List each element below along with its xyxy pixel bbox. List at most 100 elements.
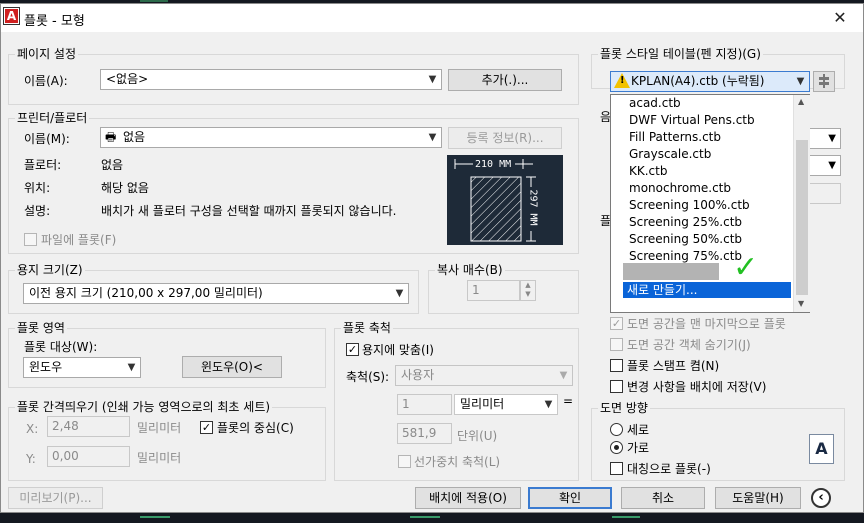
fit-to-paper-label: 용지에 맞춤(I) <box>362 343 434 357</box>
center-plot-label: 플롯의 중심(C) <box>217 421 294 435</box>
plot-style-option-blank[interactable] <box>623 263 719 280</box>
chevron-down-icon: ▼ <box>828 160 836 171</box>
printer-properties-button[interactable]: 등록 정보(R)... <box>448 127 562 149</box>
plot-style-option[interactable]: Fill Patterns.ctb <box>629 130 721 144</box>
window-select-button[interactable]: 윈도우(O)< <box>182 356 282 378</box>
upside-down-checkbox[interactable] <box>610 462 623 475</box>
plot-style-option[interactable]: DWF Virtual Pens.ctb <box>629 113 755 127</box>
plot-style-option[interactable]: monochrome.ctb <box>629 181 731 195</box>
plot-area-title: 플롯 영역 <box>15 319 67 336</box>
upside-down-label: 대칭으로 플롯(-) <box>627 462 711 476</box>
scale-label: 축척(S): <box>346 370 390 384</box>
shade-plot-combo[interactable]: ▼ <box>807 128 841 149</box>
chevron-down-icon: ▼ <box>796 76 805 87</box>
printer-name-combo[interactable]: 🖶 없음 ▼ <box>100 127 442 148</box>
copies-input[interactable]: 1 <box>467 280 520 301</box>
plot-style-option[interactable]: KK.ctb <box>629 164 667 178</box>
plot-style-option[interactable]: Screening 100%.ctb <box>629 198 750 212</box>
close-button[interactable]: ✕ <box>823 6 857 30</box>
center-plot-checkbox[interactable]: ✓ <box>200 421 213 434</box>
dropdown-scrollbar[interactable]: ▲ ▼ <box>793 95 810 312</box>
window-title: 플롯 - 모형 <box>24 14 85 29</box>
background-line <box>612 516 640 518</box>
green-check-annotation: ✓ <box>733 250 759 285</box>
plot-style-combo[interactable]: ! KPLAN(A4).ctb (누락됨) ▼ <box>610 71 810 92</box>
plot-style-option[interactable]: Screening 50%.ctb <box>629 232 742 246</box>
add-page-setup-button[interactable]: 추가(.)... <box>448 69 562 91</box>
offset-y-label: Y: <box>26 452 36 466</box>
plot-style-title: 플롯 스타일 테이블(펜 지정)(G) <box>598 45 763 62</box>
help-button[interactable]: 도움말(H) <box>715 487 801 509</box>
edit-plot-style-button[interactable] <box>813 71 835 92</box>
printer-name-label: 이름(M): <box>24 132 70 146</box>
scale-lineweights-checkbox[interactable] <box>398 455 411 468</box>
plot-style-option[interactable]: acad.ctb <box>629 96 681 110</box>
plot-paperspace-last-label: 도면 공간을 맨 마지막으로 플롯 <box>627 317 786 331</box>
offset-y-input[interactable]: 0,00 <box>47 446 130 467</box>
collapse-options-button[interactable]: ‹ <box>811 488 831 508</box>
dpi-input[interactable] <box>807 183 841 204</box>
plot-style-option[interactable]: Screening 25%.ctb <box>629 215 742 229</box>
plot-dialog: A 플롯 - 모형 ✕ 페이지 설정 이름(A): <없음> ▼ 추가(.)..… <box>0 3 864 513</box>
plot-style-option[interactable]: Grayscale.ctb <box>629 147 711 161</box>
description-label: 설명: <box>24 204 51 218</box>
plot-style-option[interactable]: Screening 75%.ctb <box>629 249 742 263</box>
chevron-down-icon: ▼ <box>428 132 437 143</box>
page-setup-title: 페이지 설정 <box>15 45 79 62</box>
offset-x-unit: 밀리미터 <box>137 421 182 435</box>
scrollbar-thumb[interactable] <box>796 140 808 295</box>
plot-offset-title: 플롯 간격띄우기 (인쇄 가능 영역으로의 최초 세트) <box>15 398 273 415</box>
cancel-button[interactable]: 취소 <box>621 487 705 509</box>
portrait-label: 세로 <box>627 423 650 437</box>
warning-icon-mark: ! <box>620 75 625 86</box>
offset-y-unit: 밀리미터 <box>137 451 182 465</box>
scroll-down-icon[interactable]: ▼ <box>798 299 804 308</box>
printer-icon: 🖶 <box>105 130 117 144</box>
scale-value2-input[interactable]: 581,9 <box>397 423 452 444</box>
paper-size-title: 용지 크기(Z) <box>15 261 85 278</box>
scroll-up-icon[interactable]: ▲ <box>798 97 804 106</box>
landscape-radio[interactable] <box>610 441 623 454</box>
title-bar: A 플롯 - 모형 ✕ <box>1 4 863 32</box>
scale-unit-combo[interactable]: 밀리미터 ▼ <box>454 394 558 415</box>
background-line <box>140 0 168 2</box>
page-setup-name-combo[interactable]: <없음> ▼ <box>100 69 442 90</box>
save-changes-label: 변경 사항을 배치에 저장(V) <box>627 380 767 394</box>
page-setup-name-label: 이름(A): <box>24 74 68 88</box>
chevron-down-icon: ▼ <box>395 288 404 299</box>
chevron-down-icon: ▼ <box>544 399 553 410</box>
copies-title: 복사 매수(B) <box>435 261 505 278</box>
preview-button[interactable]: 미리보기(P)... <box>8 487 103 509</box>
save-changes-checkbox[interactable] <box>610 380 623 393</box>
paper-preview: 210 MM 297 MM <box>447 155 563 245</box>
offset-x-label: X: <box>26 422 39 436</box>
location-label: 위치: <box>24 181 51 195</box>
preview-height-label: 297 MM <box>527 189 539 226</box>
quality-combo[interactable]: ▼ <box>807 155 841 176</box>
orientation-preview-icon: A <box>809 434 834 464</box>
fit-to-paper-checkbox[interactable]: ✓ <box>346 343 359 356</box>
hide-paperspace-objects-label: 도면 공간 객체 숨기기(J) <box>627 338 751 352</box>
orientation-title: 도면 방향 <box>598 399 650 416</box>
plot-stamp-label: 플롯 스탬프 켬(N) <box>627 359 720 373</box>
apply-to-layout-button[interactable]: 배치에 적용(O) <box>415 487 521 509</box>
hide-paperspace-objects-checkbox[interactable] <box>610 338 623 351</box>
plot-stamp-checkbox[interactable] <box>610 359 623 372</box>
equals-sign: = <box>563 394 574 408</box>
scale-combo[interactable]: 사용자 ▼ <box>395 365 573 386</box>
plot-scale-title: 플롯 축척 <box>341 319 393 336</box>
ok-button[interactable]: 확인 <box>528 487 612 509</box>
plot-what-label: 플롯 대상(W): <box>24 340 98 354</box>
plot-what-combo[interactable]: 윈도우 ▼ <box>23 357 141 378</box>
offset-x-input[interactable]: 2,48 <box>47 416 130 437</box>
copies-spinner[interactable]: ▲ ▼ <box>520 280 536 301</box>
new-plot-style-option[interactable]: 새로 만들기... <box>623 282 791 298</box>
scale-unit2-label: 단위(U) <box>457 429 498 443</box>
portrait-radio[interactable] <box>610 423 623 436</box>
plot-to-file-checkbox[interactable] <box>24 233 37 246</box>
paper-size-combo[interactable]: 이전 용지 크기 (210,00 x 297,00 밀리미터) ▼ <box>23 283 409 304</box>
chevron-down-icon: ▼ <box>127 362 136 373</box>
plot-paperspace-last-checkbox[interactable]: ✓ <box>610 317 623 330</box>
autocad-app-icon: A <box>3 7 20 25</box>
scale-value1-input[interactable]: 1 <box>397 394 452 415</box>
